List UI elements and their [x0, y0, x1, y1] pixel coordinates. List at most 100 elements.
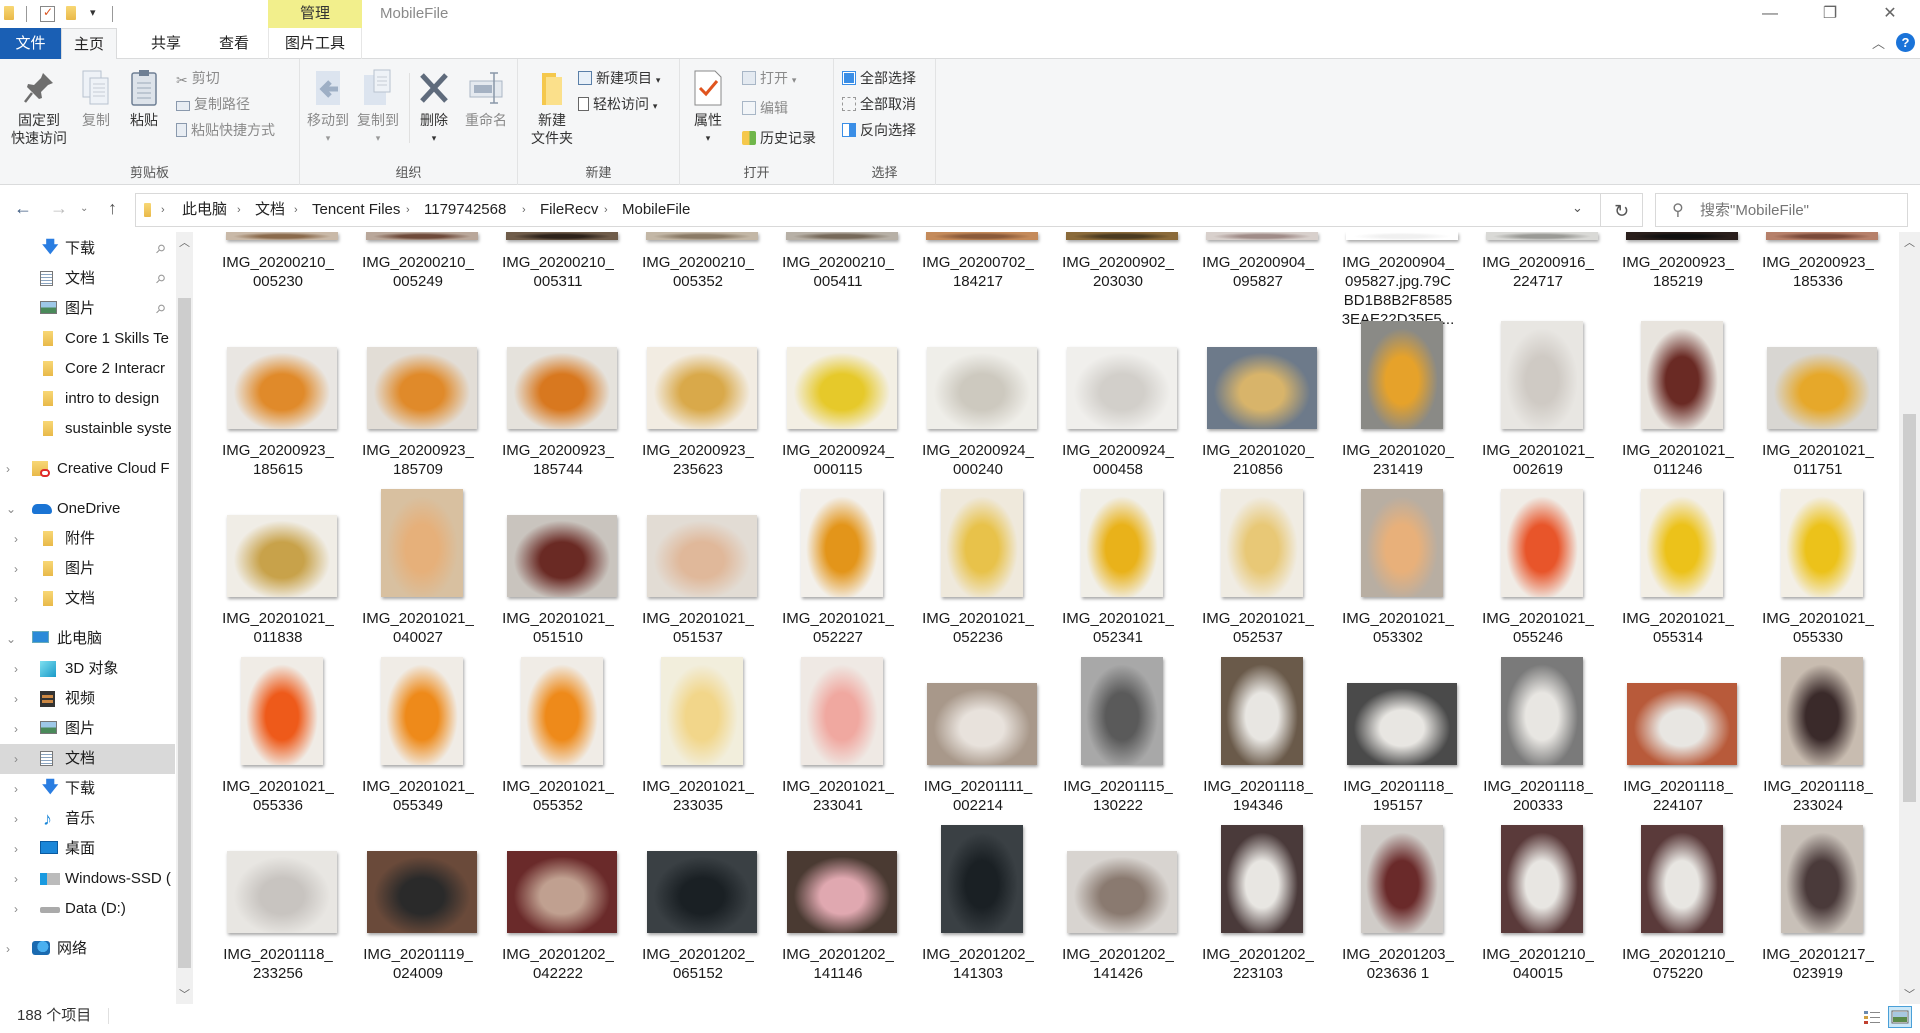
tab-home[interactable]: 主页: [61, 28, 117, 60]
file-thumbnail[interactable]: [227, 515, 337, 597]
expand-chevron-icon[interactable]: ›: [14, 684, 18, 714]
file-name[interactable]: IMG_20201020_ 231419: [1330, 441, 1466, 479]
address-history-dropdown-icon[interactable]: ⌄: [1572, 200, 1583, 216]
file-thumbnail[interactable]: [1067, 851, 1177, 933]
file-thumbnail[interactable]: [1346, 232, 1458, 240]
file-name[interactable]: IMG_20201021_ 055330: [1750, 609, 1886, 647]
file-name[interactable]: IMG_20201118_ 200333: [1470, 777, 1606, 815]
file-item[interactable]: IMG_20200923_ 185336: [1750, 232, 1886, 992]
details-view-button[interactable]: [1860, 1006, 1884, 1028]
file-thumbnail[interactable]: [507, 515, 617, 597]
file-item[interactable]: IMG_20201021_ 055349: [350, 232, 486, 992]
file-item[interactable]: IMG_20200210_ 005249: [350, 232, 486, 992]
file-thumbnail[interactable]: [941, 489, 1023, 597]
file-thumbnail[interactable]: [521, 657, 603, 765]
forward-button[interactable]: →: [50, 198, 68, 219]
scroll-down-arrow[interactable]: ﹀: [1901, 986, 1918, 1002]
file-item[interactable]: IMG_20200924_ 000458: [1050, 232, 1186, 992]
file-thumbnail[interactable]: [1206, 232, 1318, 240]
expand-chevron-icon[interactable]: ›: [14, 524, 18, 554]
file-item[interactable]: IMG_20201202_ 141146: [770, 232, 906, 992]
expand-chevron-icon[interactable]: ›: [14, 774, 18, 804]
file-name[interactable]: IMG_20201210_ 040015: [1470, 945, 1606, 983]
help-icon[interactable]: ?: [1896, 33, 1915, 52]
expand-chevron-icon[interactable]: ›: [14, 584, 18, 614]
file-thumbnail[interactable]: [1207, 347, 1317, 429]
file-item[interactable]: IMG_20201119_ 024009: [350, 232, 486, 992]
file-thumbnail[interactable]: [1781, 657, 1863, 765]
sidebar-item[interactable]: › 网络: [0, 934, 175, 964]
file-item[interactable]: IMG_20201202_ 141303: [910, 232, 1046, 992]
file-item[interactable]: IMG_20201021_ 055314: [1610, 232, 1746, 992]
file-thumbnail[interactable]: [1066, 232, 1178, 240]
file-thumbnail[interactable]: [787, 347, 897, 429]
file-name[interactable]: IMG_20201021_ 052341: [1050, 609, 1186, 647]
file-name[interactable]: IMG_20201119_ 024009: [350, 945, 486, 983]
file-thumbnail[interactable]: [1347, 683, 1457, 765]
scroll-up-arrow[interactable]: ︿: [176, 234, 193, 250]
file-thumbnail[interactable]: [647, 851, 757, 933]
file-thumbnail[interactable]: [1641, 825, 1723, 933]
file-item[interactable]: IMG_20201021_ 011246: [1610, 232, 1746, 992]
file-name[interactable]: IMG_20201021_ 011751: [1750, 441, 1886, 479]
sidebar-item[interactable]: › 视频: [0, 684, 175, 714]
sidebar-item[interactable]: 文档 ⚲: [0, 264, 175, 294]
file-item[interactable]: IMG_20201021_ 233041: [770, 232, 906, 992]
file-thumbnail[interactable]: [1361, 825, 1443, 933]
file-item[interactable]: IMG_20201021_ 040027: [350, 232, 486, 992]
file-item[interactable]: IMG_20200923_ 185615: [210, 232, 346, 992]
file-thumbnail[interactable]: [1767, 347, 1877, 429]
file-item[interactable]: IMG_20201210_ 040015: [1470, 232, 1606, 992]
file-item[interactable]: IMG_20201021_ 052537: [1190, 232, 1326, 992]
file-item[interactable]: IMG_20201203_ 023636 1: [1330, 232, 1466, 992]
search-box[interactable]: ⚲: [1655, 193, 1908, 227]
file-name[interactable]: IMG_20201202_ 141146: [770, 945, 906, 983]
sidebar-item[interactable]: › 文档: [0, 744, 175, 774]
file-item[interactable]: IMG_20201020_ 231419: [1330, 232, 1466, 992]
file-item[interactable]: IMG_20201021_ 011838: [210, 232, 346, 992]
file-item[interactable]: IMG_20200904_ 095827.jpg.79C BD1B8B2F8585 3…: [1330, 232, 1466, 992]
file-item[interactable]: IMG_20200702_ 184217: [910, 232, 1046, 992]
file-thumbnail[interactable]: [226, 232, 338, 240]
sidebar-item[interactable]: › 桌面: [0, 834, 175, 864]
file-name[interactable]: IMG_20200210_ 005249: [350, 253, 486, 291]
file-item[interactable]: IMG_20200916_ 224717: [1470, 232, 1606, 992]
file-name[interactable]: IMG_20201202_ 042222: [490, 945, 626, 983]
file-item[interactable]: IMG_20200923_ 185709: [350, 232, 486, 992]
manage-context-tab[interactable]: 管理: [268, 0, 362, 28]
file-name[interactable]: IMG_20201021_ 055336: [210, 777, 346, 815]
file-name[interactable]: IMG_20200902_ 203030: [1050, 253, 1186, 291]
file-thumbnail[interactable]: [661, 657, 743, 765]
breadcrumb-separator[interactable]: ›: [161, 194, 165, 226]
file-name[interactable]: IMG_20200210_ 005352: [630, 253, 766, 291]
cut-button[interactable]: ✂ 剪切: [176, 67, 220, 89]
file-item[interactable]: IMG_20201021_ 052227: [770, 232, 906, 992]
file-thumbnail[interactable]: [1501, 321, 1583, 429]
minimize-button[interactable]: —: [1740, 0, 1800, 28]
breadcrumb-mobilefile[interactable]: MobileFile: [622, 194, 690, 226]
up-button[interactable]: ↑: [108, 198, 117, 219]
new-folder-quick-access-icon[interactable]: [66, 6, 76, 22]
file-thumbnail[interactable]: [366, 232, 478, 240]
edit-button[interactable]: 编辑: [742, 97, 788, 119]
file-name[interactable]: IMG_20201202_ 223103: [1190, 945, 1326, 983]
breadcrumb-separator[interactable]: ›: [294, 194, 298, 226]
file-item[interactable]: IMG_20201210_ 075220: [1610, 232, 1746, 992]
select-all-button[interactable]: 全部选择: [842, 67, 916, 89]
file-item[interactable]: IMG_20201202_ 042222: [490, 232, 626, 992]
file-thumbnail[interactable]: [1626, 232, 1738, 240]
file-name[interactable]: IMG_20201021_ 055349: [350, 777, 486, 815]
file-name[interactable]: IMG_20201021_ 040027: [350, 609, 486, 647]
file-thumbnail[interactable]: [1221, 657, 1303, 765]
file-name[interactable]: IMG_20201021_ 233041: [770, 777, 906, 815]
expand-chevron-icon[interactable]: ›: [14, 654, 18, 684]
sidebar-item[interactable]: 图片 ⚲: [0, 294, 175, 324]
file-item[interactable]: IMG_20201020_ 210856: [1190, 232, 1326, 992]
file-thumbnail[interactable]: [941, 825, 1023, 933]
tab-share[interactable]: 共享: [140, 28, 192, 59]
file-thumbnail[interactable]: [1501, 825, 1583, 933]
file-item[interactable]: IMG_20201021_ 055336: [210, 232, 346, 992]
breadcrumb-separator[interactable]: ›: [604, 194, 608, 226]
breadcrumb-documents[interactable]: 文档: [255, 194, 285, 226]
file-name[interactable]: IMG_20201203_ 023636 1: [1330, 945, 1466, 983]
